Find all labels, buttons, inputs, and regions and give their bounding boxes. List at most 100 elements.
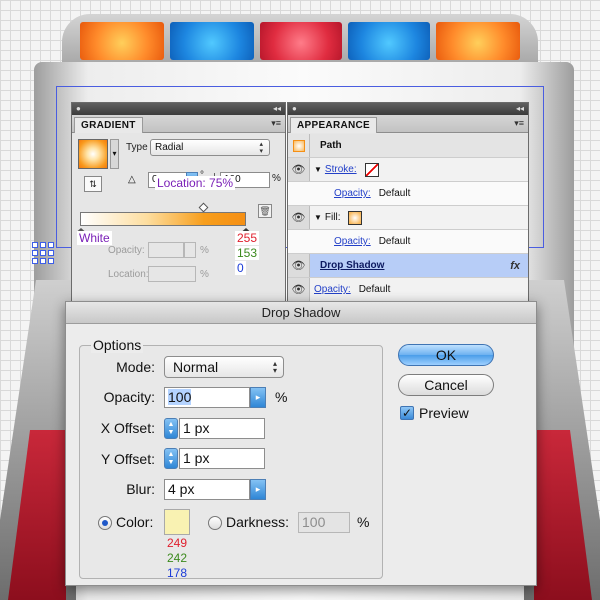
- preview-checkbox[interactable]: ✓: [400, 406, 414, 420]
- blur-label: Blur:: [126, 481, 155, 497]
- fill-opacity-value: Default: [378, 236, 411, 247]
- stroke-link[interactable]: Stroke:: [325, 164, 357, 175]
- location-percent: %: [200, 269, 209, 280]
- object-opacity-link[interactable]: Opacity:: [314, 284, 351, 295]
- darkness-label: Darkness:: [226, 514, 290, 530]
- stop-opacity-dropdown[interactable]: [184, 242, 196, 258]
- gradient-panel: ● ◂◂ GRADIENT ▾≡ ▾ Type Radial ▴▾ ⇅ △ 0 …: [71, 102, 286, 306]
- visibility-eye-icon[interactable]: 👁: [288, 254, 310, 277]
- stroke-opacity-value: Default: [378, 188, 411, 199]
- stroke-none-swatch-icon[interactable]: [364, 162, 379, 177]
- angle-icon: △: [128, 174, 136, 185]
- x-offset-input[interactable]: 1 px: [179, 418, 265, 439]
- appearance-row-object-opacity[interactable]: 👁 Opacity: Default: [288, 278, 528, 302]
- opacity-value: 100: [168, 389, 192, 405]
- darkness-radio[interactable]: [208, 516, 222, 530]
- panel-tab-bar: GRADIENT ▾≡: [72, 115, 285, 133]
- darkness-value: 100: [302, 514, 326, 530]
- darkness-percent: %: [357, 514, 370, 530]
- reference-point-icon[interactable]: [32, 242, 54, 264]
- panel-menu-icon[interactable]: ▾≡: [271, 118, 281, 129]
- shadow-color-swatch[interactable]: [164, 509, 190, 535]
- appearance-panel: ● ◂◂ APPEARANCE ▾≡ Path 👁 ▼ Stroke: Opac…: [287, 102, 529, 306]
- blur-dropdown-button[interactable]: ▸: [250, 479, 266, 500]
- opacity-input[interactable]: 100: [164, 387, 250, 408]
- reverse-gradient-icon[interactable]: ⇅: [84, 176, 102, 192]
- gradient-panel-body: ▾ Type Radial ▴▾ ⇅ △ 0 ▸ ° ⊥ 100 % 🗑 Opa…: [72, 134, 285, 305]
- tab-appearance[interactable]: APPEARANCE: [290, 117, 378, 133]
- options-label: Options: [91, 337, 144, 353]
- close-icon[interactable]: ●: [292, 105, 297, 113]
- row-spacer: [288, 230, 310, 253]
- appearance-row-stroke-opacity[interactable]: Opacity: Default: [288, 182, 528, 206]
- preview-label: Preview: [419, 405, 469, 421]
- path-label: Path: [320, 140, 342, 151]
- row-spacer: [288, 182, 310, 205]
- stop-green-value: 153: [235, 246, 260, 260]
- stop-location-input[interactable]: [148, 266, 196, 282]
- drop-shadow-link[interactable]: Drop Shadow: [320, 260, 384, 271]
- color-radio[interactable]: [98, 516, 112, 530]
- disclosure-triangle-icon[interactable]: ▼: [314, 213, 322, 222]
- collapse-icon[interactable]: ◂◂: [516, 105, 524, 113]
- panel-menu-icon[interactable]: ▾≡: [514, 118, 524, 129]
- stop-opacity-input[interactable]: [148, 242, 184, 258]
- cancel-button[interactable]: Cancel: [398, 374, 494, 396]
- midpoint-diamond[interactable]: [198, 202, 209, 213]
- appearance-list: Path 👁 ▼ Stroke: Opacity: Default 👁 ▼ Fi…: [288, 134, 528, 305]
- panel-titlebar[interactable]: ● ◂◂: [288, 103, 528, 115]
- panel-tab-bar: APPEARANCE ▾≡: [288, 115, 528, 133]
- tab-appearance-label: APPEARANCE: [297, 120, 371, 131]
- visibility-eye-icon[interactable]: 👁: [288, 206, 310, 229]
- type-select-value: Radial: [155, 142, 184, 153]
- x-offset-value: 1 px: [183, 420, 210, 436]
- visibility-eye-icon[interactable]: 👁: [288, 158, 310, 181]
- opacity-percent: %: [275, 389, 288, 405]
- blur-input[interactable]: 4 px: [164, 479, 250, 500]
- artwork-tile-orange-right: [436, 22, 520, 60]
- swatch-dropdown-icon[interactable]: ▾: [110, 139, 119, 169]
- path-thumbnail-icon: [288, 134, 310, 157]
- gradient-slider-bar[interactable]: [80, 212, 246, 226]
- shadow-green-value: 242: [167, 551, 188, 565]
- x-offset-stepper[interactable]: ▲ ▼: [164, 418, 178, 439]
- close-icon[interactable]: ●: [76, 105, 81, 113]
- stop-blue-value: 0: [235, 261, 246, 275]
- stroke-opacity-link[interactable]: Opacity:: [334, 188, 371, 199]
- tab-gradient-label: GRADIENT: [81, 120, 136, 131]
- opacity-label: Opacity:: [103, 389, 155, 405]
- collapse-icon[interactable]: ◂◂: [273, 105, 281, 113]
- visibility-eye-icon[interactable]: 👁: [288, 278, 310, 301]
- ok-button[interactable]: OK: [398, 344, 494, 366]
- appearance-row-fill[interactable]: 👁 ▼ Fill:: [288, 206, 528, 230]
- disclosure-triangle-icon[interactable]: ▼: [314, 165, 322, 174]
- fill-gradient-swatch-icon[interactable]: [348, 210, 363, 225]
- darkness-input[interactable]: 100: [298, 512, 350, 533]
- y-offset-stepper[interactable]: ▲ ▼: [164, 448, 178, 469]
- appearance-row-fill-opacity[interactable]: Opacity: Default: [288, 230, 528, 254]
- appearance-row-stroke[interactable]: 👁 ▼ Stroke:: [288, 158, 528, 182]
- appearance-row-drop-shadow[interactable]: 👁 Drop Shadow fx: [288, 254, 528, 278]
- white-annotation: White: [77, 231, 112, 245]
- y-offset-input[interactable]: 1 px: [179, 448, 265, 469]
- gradient-swatch[interactable]: [78, 139, 108, 169]
- x-offset-label: X Offset:: [100, 420, 155, 436]
- mode-select-value: Normal: [173, 359, 219, 375]
- panel-titlebar[interactable]: ● ◂◂: [72, 103, 285, 115]
- type-select[interactable]: Radial ▴ ▾: [150, 139, 270, 156]
- fill-label: Fill:: [324, 212, 341, 223]
- fill-opacity-link[interactable]: Opacity:: [334, 236, 371, 247]
- delete-stop-icon[interactable]: 🗑: [258, 204, 272, 218]
- opacity-dropdown-button[interactable]: ▸: [250, 387, 266, 408]
- y-offset-label: Y Offset:: [101, 451, 155, 467]
- tab-gradient[interactable]: GRADIENT: [74, 117, 143, 133]
- mode-select[interactable]: Normal ▴ ▾: [164, 356, 284, 378]
- y-offset-value: 1 px: [183, 450, 210, 466]
- opacity-percent: %: [200, 245, 209, 256]
- dialog-title: Drop Shadow: [66, 302, 536, 324]
- shadow-blue-value: 178: [167, 566, 188, 580]
- stop-red-value: 255: [235, 231, 260, 245]
- location-annotation: Location: 75%: [155, 176, 236, 190]
- blur-value: 4 px: [168, 481, 195, 497]
- appearance-row-path[interactable]: Path: [288, 134, 528, 158]
